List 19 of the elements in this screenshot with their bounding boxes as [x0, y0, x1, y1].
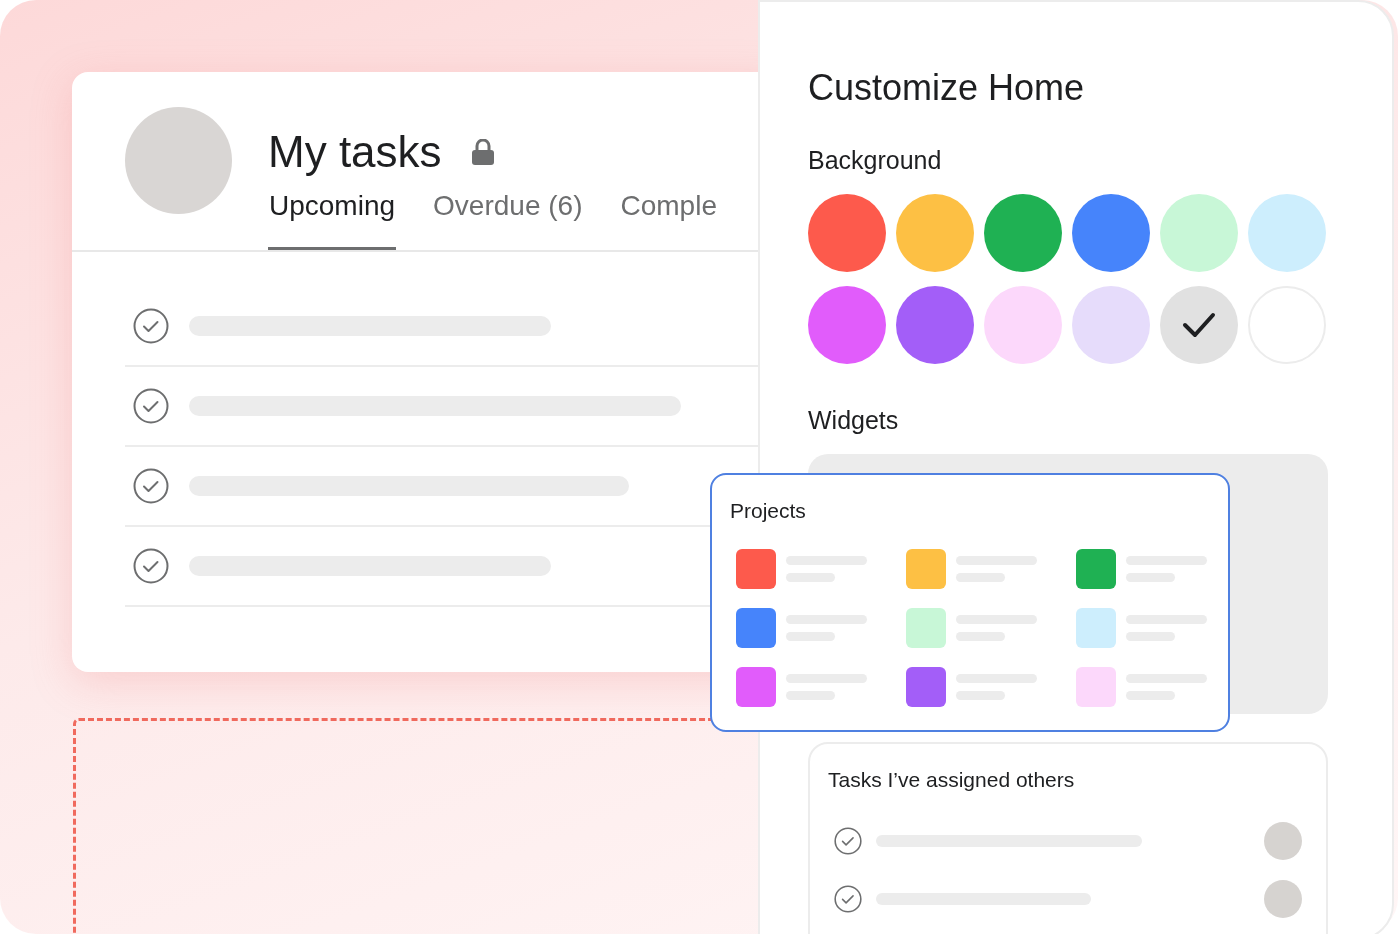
- check-circle-icon[interactable]: [133, 548, 169, 584]
- section-heading: Background: [808, 145, 943, 176]
- check-circle-icon[interactable]: [834, 827, 862, 855]
- check-circle-icon[interactable]: [834, 885, 862, 913]
- avatar-photo-placeholder: [1264, 880, 1302, 918]
- check-circle-icon[interactable]: [133, 388, 169, 424]
- section-heading: Widgets: [808, 405, 900, 436]
- tab[interactable]: Comple: [619, 189, 718, 250]
- page-title: My tasks: [268, 127, 442, 177]
- projects-widget[interactable]: Projects: [710, 473, 1230, 732]
- tab[interactable]: Overdue (6): [432, 189, 584, 250]
- widget-title: Projects: [730, 498, 807, 524]
- check-circle-icon[interactable]: [133, 308, 169, 344]
- panel-title: Customize Home: [808, 66, 1086, 110]
- widget-title: Tasks I’ve assigned others: [828, 767, 1076, 793]
- tab[interactable]: Upcoming: [268, 189, 397, 250]
- avatar-photo-placeholder: [1264, 822, 1302, 860]
- check-circle-icon[interactable]: [133, 468, 169, 504]
- checkmark-icon: [1182, 312, 1216, 338]
